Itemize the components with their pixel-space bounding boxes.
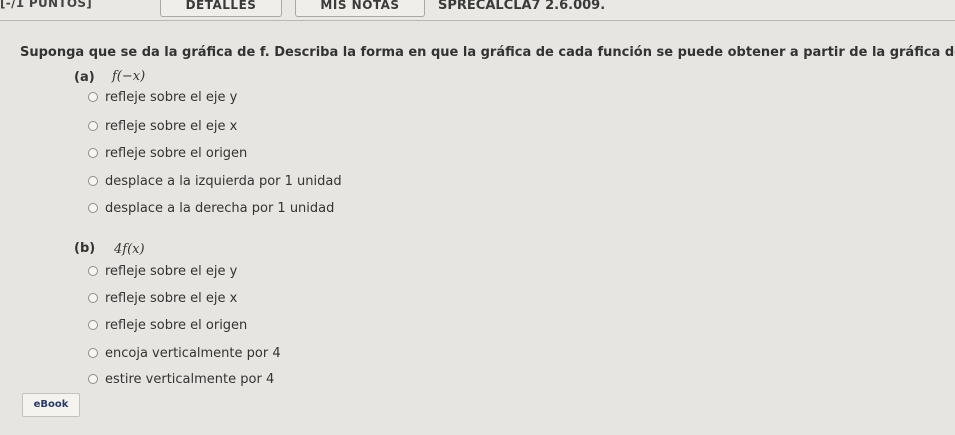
ebook-button[interactable]: eBook bbox=[22, 393, 80, 417]
radio-button[interactable] bbox=[88, 176, 98, 186]
radio-button[interactable] bbox=[88, 293, 98, 303]
top-bar: [-/1 PUNTOS] DETALLES MIS NOTAS SPRECALC… bbox=[0, 0, 955, 21]
radio-button[interactable] bbox=[88, 348, 98, 358]
option-label: refleje sobre el eje y bbox=[105, 89, 238, 105]
radio-button[interactable] bbox=[88, 320, 98, 330]
option-label: desplace a la izquierda por 1 unidad bbox=[105, 173, 342, 189]
points-label: [-/1 PUNTOS] bbox=[0, 0, 93, 10]
option-label: refleje sobre el origen bbox=[105, 145, 248, 161]
part-b-option-stretch-vertical[interactable]: estire verticalmente por 4 bbox=[88, 371, 274, 387]
radio-button[interactable] bbox=[88, 374, 98, 384]
radio-button[interactable] bbox=[88, 203, 98, 213]
option-label: encoja verticalmente por 4 bbox=[105, 345, 281, 361]
radio-button[interactable] bbox=[88, 121, 98, 131]
option-label: estire verticalmente por 4 bbox=[105, 371, 275, 387]
radio-button[interactable] bbox=[88, 92, 98, 102]
tab-detalles[interactable]: DETALLES bbox=[160, 0, 282, 17]
part-b-option-reflect-y[interactable]: refleje sobre el eje y bbox=[88, 263, 237, 279]
problem-id: SPRECALCLA7 2.6.009. bbox=[438, 0, 606, 13]
part-a-option-reflect-origin[interactable]: refleje sobre el origen bbox=[88, 145, 247, 161]
radio-button[interactable] bbox=[88, 266, 98, 276]
part-b-option-shrink-vertical[interactable]: encoja verticalmente por 4 bbox=[88, 345, 281, 361]
option-label: refleje sobre el origen bbox=[105, 317, 248, 333]
radio-button[interactable] bbox=[88, 148, 98, 158]
part-a-option-shift-right[interactable]: desplace a la derecha por 1 unidad bbox=[88, 200, 334, 216]
option-label: refleje sobre el eje y bbox=[105, 263, 238, 279]
option-label: desplace a la derecha por 1 unidad bbox=[105, 200, 335, 216]
part-b-option-reflect-origin[interactable]: refleje sobre el origen bbox=[88, 317, 247, 333]
part-a-expression: f(−x) bbox=[112, 69, 146, 84]
tab-mis-notas[interactable]: MIS NOTAS bbox=[295, 0, 425, 17]
option-label: refleje sobre el eje x bbox=[105, 118, 238, 134]
option-label: refleje sobre el eje x bbox=[105, 290, 238, 306]
part-b-label: (b) bbox=[74, 241, 96, 256]
question-text: Suponga que se da la gráfica de f. Descr… bbox=[20, 45, 955, 60]
part-a-option-reflect-y[interactable]: refleje sobre el eje y bbox=[88, 89, 237, 105]
part-b-option-reflect-x[interactable]: refleje sobre el eje x bbox=[88, 290, 237, 306]
part-a-option-reflect-x[interactable]: refleje sobre el eje x bbox=[88, 118, 237, 134]
part-b-expression: 4f(x) bbox=[114, 242, 145, 257]
part-a-option-shift-left[interactable]: desplace a la izquierda por 1 unidad bbox=[88, 173, 342, 189]
part-a-label: (a) bbox=[74, 70, 95, 85]
